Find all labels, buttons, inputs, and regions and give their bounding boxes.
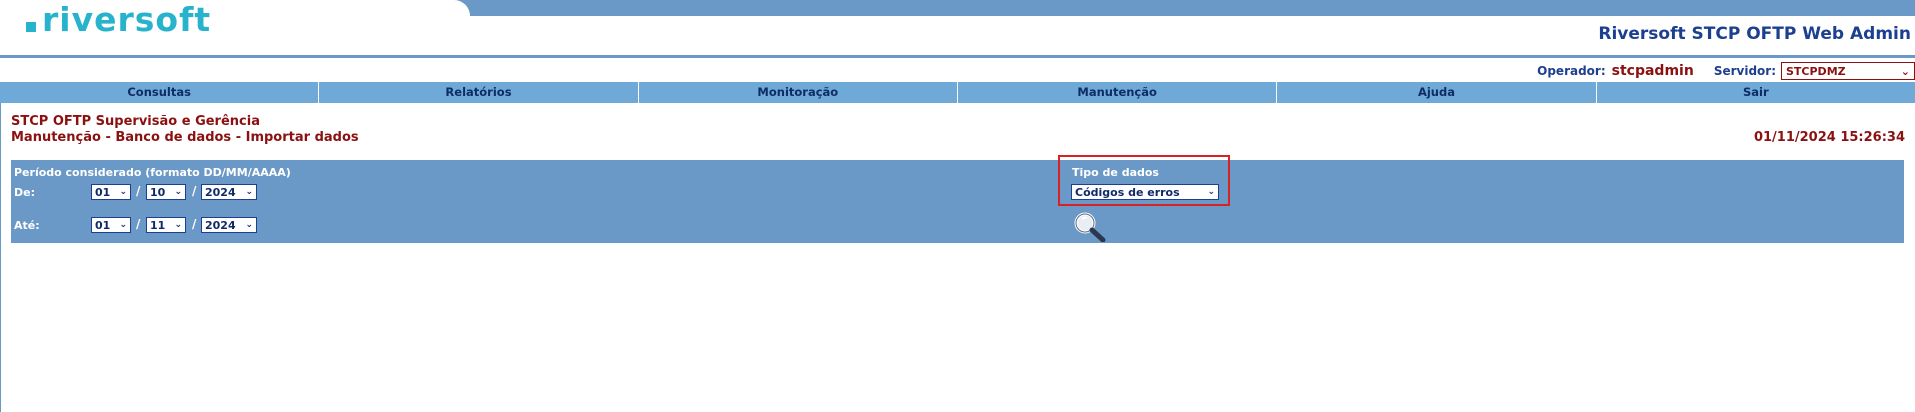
date-separator: / <box>136 184 141 198</box>
main-nav: Consultas Relatórios Monitoração Manuten… <box>0 82 1915 103</box>
nav-item-sair[interactable]: Sair <box>1597 82 1915 103</box>
nav-item-consultas[interactable]: Consultas <box>0 82 320 103</box>
nav-item-ajuda[interactable]: Ajuda <box>1277 82 1597 103</box>
operator-label: Operador: <box>1537 64 1606 78</box>
session-bar: Operador: stcpadmin Servidor: STCPDMZ ⌄ <box>1537 61 1915 81</box>
header-stripe <box>450 0 1915 16</box>
from-label: De: <box>14 186 35 199</box>
chevron-down-icon: ⌄ <box>245 187 253 197</box>
to-year-select[interactable]: 2024 ⌄ <box>201 217 257 233</box>
logo-text: riversoft <box>42 0 212 39</box>
to-label: Até: <box>14 219 40 232</box>
to-month-value: 11 <box>150 218 166 232</box>
chevron-down-icon: ⌄ <box>245 220 253 230</box>
page-title: STCP OFTP Supervisão e Gerência <box>11 114 260 129</box>
to-month-select[interactable]: 11 ⌄ <box>146 217 186 233</box>
from-month-select[interactable]: 10 ⌄ <box>146 184 186 200</box>
server-select-value: STCPDMZ <box>1786 64 1846 78</box>
nav-item-relatorios[interactable]: Relatórios <box>319 82 639 103</box>
server-label: Servidor: <box>1713 64 1776 78</box>
nav-item-monitoracao[interactable]: Monitoração <box>639 82 958 103</box>
content-left-border <box>0 103 1 412</box>
to-day-select[interactable]: 01 ⌄ <box>91 217 131 233</box>
nav-item-manutencao[interactable]: Manutenção <box>958 82 1278 103</box>
date-separator: / <box>192 217 197 231</box>
from-month-value: 10 <box>150 185 166 199</box>
to-day-value: 01 <box>95 218 111 232</box>
header: riversoft Riversoft STCP OFTP Web Admin <box>0 0 1915 62</box>
page-subtitle: Manutenção - Banco de dados - Importar d… <box>11 130 359 145</box>
filter-panel: Período considerado (formato DD/MM/AAAA)… <box>11 160 1904 243</box>
magnifier-icon[interactable] <box>1072 210 1108 242</box>
from-year-select[interactable]: 2024 ⌄ <box>201 184 257 200</box>
from-year-value: 2024 <box>205 185 236 199</box>
logo: riversoft <box>26 2 211 38</box>
chevron-down-icon: ⌄ <box>119 187 127 197</box>
chevron-down-icon: ⌄ <box>174 187 182 197</box>
to-year-value: 2024 <box>205 218 236 232</box>
breadcrumb: STCP OFTP Supervisão e Gerência Manutenç… <box>11 114 359 146</box>
logo-mark <box>26 22 36 32</box>
data-type-highlight <box>1058 155 1230 206</box>
chevron-down-icon: ⌄ <box>119 220 127 230</box>
current-datetime: 01/11/2024 15:26:34 <box>1753 130 1905 145</box>
from-day-select[interactable]: 01 ⌄ <box>91 184 131 200</box>
operator-value: stcpadmin <box>1611 63 1694 79</box>
header-divider <box>0 55 1915 58</box>
date-separator: / <box>192 184 197 198</box>
period-label: Período considerado (formato DD/MM/AAAA) <box>14 166 291 179</box>
app-title: Riversoft STCP OFTP Web Admin <box>1598 24 1911 44</box>
date-separator: / <box>136 217 141 231</box>
chevron-down-icon: ⌄ <box>174 220 182 230</box>
chevron-down-icon: ⌄ <box>1900 64 1910 78</box>
server-select[interactable]: STCPDMZ ⌄ <box>1781 62 1915 80</box>
from-day-value: 01 <box>95 185 111 199</box>
